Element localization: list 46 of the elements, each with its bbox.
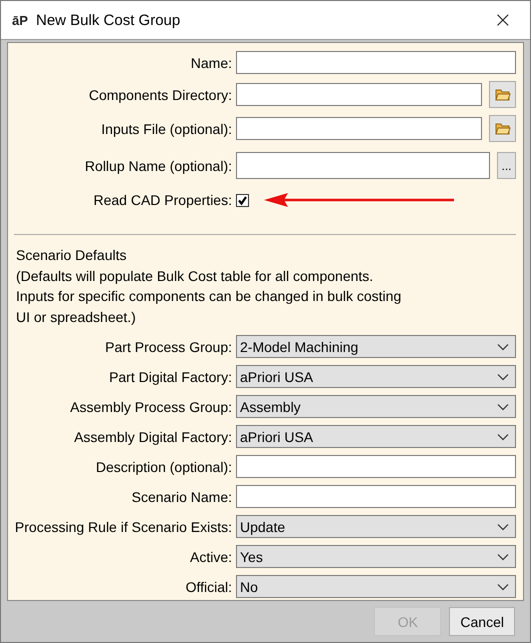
field-label: Scenario Name: <box>130 488 232 504</box>
browse-button[interactable] <box>489 115 516 142</box>
chevron-down-icon <box>497 552 509 560</box>
checkbox[interactable] <box>236 194 249 206</box>
text-field[interactable] <box>236 485 516 508</box>
dropdown[interactable]: aPriori USA <box>236 365 516 388</box>
chevron-down-icon <box>497 582 509 590</box>
close-button[interactable]: × <box>490 8 516 32</box>
dialog-button[interactable]: Cancel <box>449 607 515 636</box>
text-field[interactable] <box>236 152 490 179</box>
text-field[interactable] <box>236 83 482 106</box>
field-label: Assembly Process Group: <box>69 398 232 414</box>
dropdown[interactable]: aPriori USA <box>236 425 516 448</box>
ellipsis-button[interactable]: ... <box>497 152 516 179</box>
text-field[interactable] <box>236 117 482 140</box>
field-label: Rollup Name (optional): <box>84 158 232 174</box>
dropdown[interactable]: Update <box>236 515 516 538</box>
field-label: Assembly Digital Factory: <box>73 428 232 444</box>
section-title: Scenario Defaults <box>16 246 128 265</box>
dropdown[interactable]: Yes <box>236 545 516 568</box>
field-label: Components Directory: <box>88 86 232 102</box>
dropdown[interactable]: No <box>236 575 516 598</box>
dropdown[interactable]: Assembly <box>236 395 516 418</box>
app-logo: āP <box>12 12 28 28</box>
field-label: Name: <box>190 54 232 70</box>
section-note: (Defaults will populate Bulk Cost table for all components. Inputs for specific components can be changed in bulk costing UI or spreadsheet.) <box>16 266 402 327</box>
chevron-down-icon <box>497 522 509 530</box>
text-field[interactable] <box>236 455 516 478</box>
dropdown[interactable]: 2-Model Machining <box>236 335 516 358</box>
field-label: Active: <box>188 548 232 564</box>
folder-icon <box>494 122 510 135</box>
field-label: Official: <box>184 578 232 594</box>
field-label: Inputs File (optional): <box>100 120 232 136</box>
field-label: Processing Rule if Scenario Exists: <box>14 518 232 534</box>
folder-icon <box>494 88 510 101</box>
field-label: Read CAD Properties: <box>92 192 232 208</box>
field-label: Description (optional): <box>94 458 232 474</box>
field-label: Part Process Group: <box>104 338 232 354</box>
text-field[interactable] <box>236 51 516 74</box>
browse-button[interactable] <box>489 81 516 108</box>
chevron-down-icon <box>497 342 509 350</box>
field-label: Part Digital Factory: <box>108 368 232 384</box>
chevron-down-icon <box>497 432 509 440</box>
chevron-down-icon <box>497 372 509 380</box>
window-title: New Bulk Cost Group <box>36 12 180 28</box>
chevron-down-icon <box>497 402 509 410</box>
